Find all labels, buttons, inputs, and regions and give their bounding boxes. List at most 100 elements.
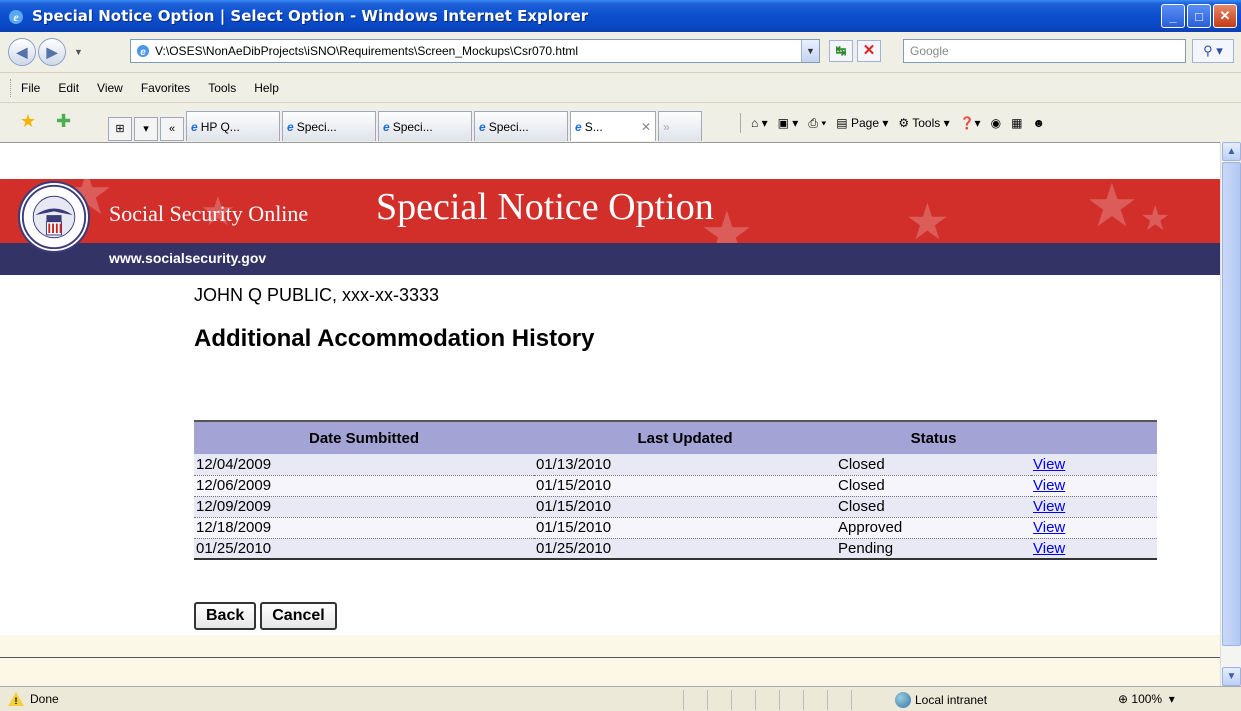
table-row: 01/25/2010 01/25/2010 Pending View <box>194 538 1157 560</box>
zoom-dropdown-icon[interactable]: ▾ <box>1165 692 1175 706</box>
cell-last-updated: 01/13/2010 <box>534 454 836 476</box>
tab-2[interactable]: e Speci... <box>282 111 376 141</box>
window-title: Special Notice Option | Select Option - … <box>32 7 589 25</box>
banner-star-icon: ★ <box>1140 200 1171 238</box>
history-dropdown-icon[interactable]: ▼ <box>74 47 83 57</box>
minimize-button[interactable]: _ <box>1161 4 1185 28</box>
menu-help[interactable]: Help <box>254 81 279 95</box>
table-row: 12/18/2009 01/15/2010 Approved View <box>194 517 1157 539</box>
search-button[interactable]: ⚲ ▾ <box>1192 39 1234 63</box>
table-row: 12/04/2009 01/13/2010 Closed View <box>194 454 1157 476</box>
search-icon: ⚲ <box>1203 43 1213 58</box>
toolbar-extra-icon[interactable]: ▦ <box>1011 116 1022 130</box>
view-link[interactable]: View <box>1033 519 1065 536</box>
cell-date-submitted: 12/04/2009 <box>194 454 534 476</box>
favorites-star-icon[interactable]: ★ <box>20 111 36 132</box>
tab-3[interactable]: e Speci... <box>378 111 472 141</box>
cancel-button[interactable]: Cancel <box>260 602 337 630</box>
title-bar: e Special Notice Option | Select Option … <box>0 0 1241 32</box>
tab-1[interactable]: e HP Q... <box>186 111 280 141</box>
status-text: Done <box>30 692 59 706</box>
accommodation-history-table: Date Sumbitted Last Updated Status 12/04… <box>194 420 1157 560</box>
tools-menu[interactable]: ⚙ Tools ▾ <box>898 116 949 130</box>
column-header-action <box>1031 421 1157 454</box>
status-panel <box>779 690 803 710</box>
zoom-icon: ⊕ <box>1118 692 1129 706</box>
status-panel <box>683 690 707 710</box>
cell-status: Closed <box>836 475 1031 497</box>
vertical-scrollbar[interactable]: ▲ ▼ <box>1220 142 1241 686</box>
search-input[interactable]: Google <box>903 39 1186 63</box>
cell-status: Closed <box>836 496 1031 518</box>
banner-star-icon: ★ <box>905 194 950 243</box>
scroll-down-icon[interactable]: ▼ <box>1222 667 1241 686</box>
table-row: 12/09/2009 01/15/2010 Closed View <box>194 496 1157 518</box>
table-header-row: Date Sumbitted Last Updated Status <box>194 421 1157 454</box>
close-tab-icon[interactable]: ✕ <box>641 120 651 134</box>
status-panel <box>851 690 875 710</box>
back-nav-button[interactable]: ◀ <box>8 38 36 66</box>
cell-date-submitted: 01/25/2010 <box>194 538 534 560</box>
back-button[interactable]: Back <box>194 602 257 630</box>
address-text: V:\OSES\NonAeDibProjects\iSNO\Requiremen… <box>155 44 579 58</box>
address-dropdown-icon[interactable]: ▼ <box>801 40 819 62</box>
scroll-thumb[interactable] <box>1222 162 1241 646</box>
tab-list-dropdown-icon[interactable]: ▾ <box>134 117 158 141</box>
research-icon[interactable]: ◉ <box>991 116 1001 130</box>
help-icon[interactable]: ❓▾ <box>960 116 981 130</box>
quick-tabs-icon[interactable]: ⊞ <box>108 117 132 141</box>
address-bar[interactable]: e V:\OSES\NonAeDibProjects\iSNO\Requirem… <box>130 39 820 63</box>
add-favorite-icon[interactable]: ✚ <box>56 111 71 132</box>
scroll-up-icon[interactable]: ▲ <box>1222 142 1241 161</box>
ie-logo-icon: e <box>9 10 23 24</box>
stop-button[interactable]: ✕ <box>857 40 881 62</box>
app-title: Special Notice Option <box>376 186 714 228</box>
zone-text: Local intranet <box>915 693 988 707</box>
maximize-button[interactable]: □ <box>1187 4 1211 28</box>
view-link[interactable]: View <box>1033 540 1065 557</box>
tab-active[interactable]: e S... ✕ <box>570 111 656 141</box>
print-icon[interactable]: ⎙ ▾ <box>808 116 826 131</box>
view-link[interactable]: View <box>1033 456 1065 473</box>
menu-view[interactable]: View <box>97 81 123 95</box>
view-link[interactable]: View <box>1033 477 1065 494</box>
tab-label: S... <box>584 119 603 134</box>
refresh-button[interactable]: ↹ <box>829 40 853 62</box>
menu-tools[interactable]: Tools <box>208 81 236 95</box>
feeds-icon[interactable]: ▣ ▾ <box>778 116 799 130</box>
view-link[interactable]: View <box>1033 498 1065 515</box>
menu-edit[interactable]: Edit <box>58 81 79 95</box>
messenger-icon[interactable]: ☻ <box>1032 116 1045 130</box>
form-buttons: Back Cancel <box>194 602 337 630</box>
page-icon: e <box>137 45 149 58</box>
home-icon[interactable]: ⌂ ▾ <box>751 116 768 130</box>
tools-menu-label: Tools <box>912 116 941 130</box>
menu-favorites[interactable]: Favorites <box>141 81 190 95</box>
forward-nav-button[interactable]: ▶ <box>38 38 66 66</box>
tab-4[interactable]: e Speci... <box>474 111 568 141</box>
cell-last-updated: 01/15/2010 <box>534 517 836 539</box>
page-menu[interactable]: ▤ Page ▾ <box>836 116 888 130</box>
cell-date-submitted: 12/09/2009 <box>194 496 534 518</box>
column-header-date-submitted: Date Sumbitted <box>308 429 419 447</box>
site-banner: ★ ★ ★ ★ ★ ★ Social Security Online Speci… <box>0 179 1220 243</box>
cell-date-submitted: 12/18/2009 <box>194 517 534 539</box>
window-controls: _ □ ✕ <box>1161 4 1237 28</box>
menu-file[interactable]: File <box>21 81 40 95</box>
cell-date-submitted: 12/06/2009 <box>194 475 534 497</box>
tab-scroll-left-icon[interactable]: « <box>160 117 184 141</box>
ie-tab-icon: e <box>191 119 198 134</box>
new-tab-button[interactable]: » <box>658 111 702 141</box>
banner-star-icon: ★ <box>1085 179 1139 239</box>
status-panels <box>683 690 875 710</box>
status-bar: ! Done Local intranet ⊕ 100% ▾ <box>0 686 1241 711</box>
address-toolbar: ◀ ▶ ▼ e V:\OSES\NonAeDibProjects\iSNO\Re… <box>0 32 1241 72</box>
zoom-control[interactable]: ⊕ 100% ▾ <box>1118 692 1175 706</box>
tab-strip: ⊞ ▾ « e HP Q... e Speci... e Speci... e Spec… <box>108 109 704 141</box>
svg-text:e: e <box>140 47 146 58</box>
ssa-seal-logo <box>18 181 90 253</box>
table-row: 12/06/2009 01/15/2010 Closed View <box>194 475 1157 497</box>
security-zone[interactable]: Local intranet <box>895 692 987 708</box>
close-button[interactable]: ✕ <box>1213 4 1237 28</box>
footer-divider <box>0 657 1220 658</box>
